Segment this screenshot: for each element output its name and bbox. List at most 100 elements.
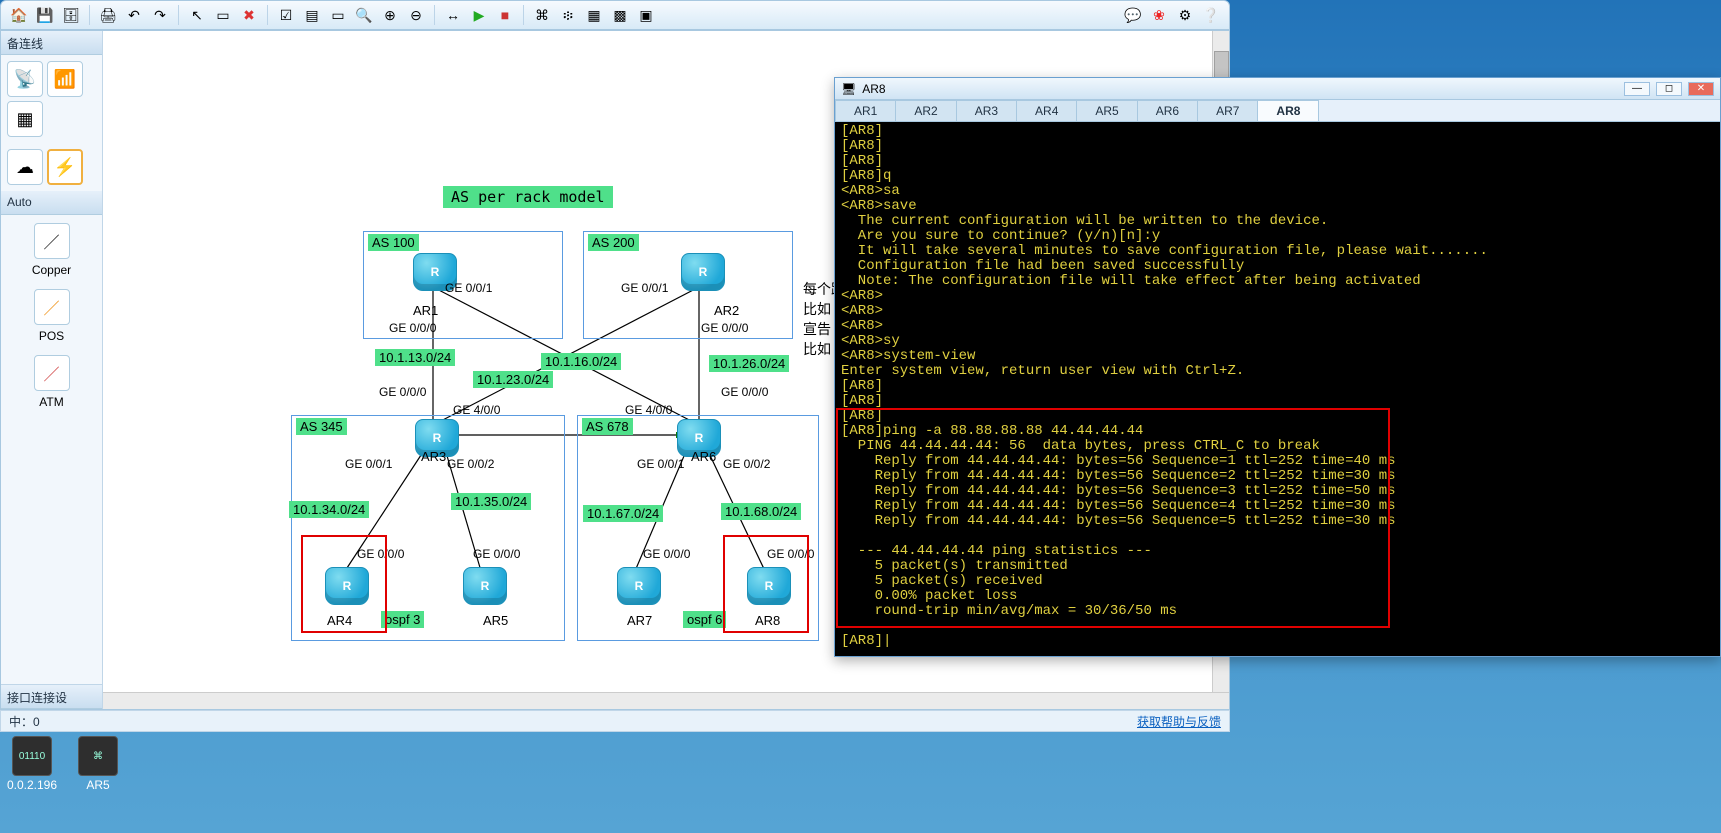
status-help-link[interactable]: 获取帮助与反馈: [1137, 713, 1221, 730]
router-label: AR5: [483, 613, 508, 628]
huawei-icon[interactable]: ❀: [1147, 4, 1171, 26]
element-icon[interactable]: ▭: [211, 4, 235, 26]
terminal-tab-AR1[interactable]: AR1: [835, 100, 896, 121]
router-label: AR1: [413, 303, 438, 318]
router-label: AR2: [714, 303, 739, 318]
canvas-scrollbar-h[interactable]: [103, 692, 1229, 709]
router-AR5[interactable]: R: [463, 567, 507, 605]
status-left: 中：0: [9, 713, 40, 730]
interface-label: GE 0/0/0: [473, 547, 520, 561]
router-label: AR3: [421, 449, 446, 464]
zoom-out-icon[interactable]: ⊖: [404, 4, 428, 26]
topology-icon[interactable]: ፨: [556, 4, 580, 26]
terminal-tab-AR4[interactable]: AR4: [1016, 100, 1077, 121]
as-label: AS 345: [296, 418, 347, 435]
network-label: 10.1.35.0/24: [451, 493, 531, 510]
file-icon: 01110: [12, 736, 52, 776]
sidebar-item-copper[interactable]: ／ Copper: [1, 215, 102, 281]
save-all-icon[interactable]: 🗄: [59, 4, 83, 26]
grid-icon[interactable]: ▩: [608, 4, 632, 26]
sidebar-item-label: Copper: [1, 263, 102, 277]
interface-label: GE 4/0/0: [625, 403, 672, 417]
topology-title: AS per rack model: [443, 186, 613, 208]
network-label: 10.1.68.0/24: [721, 503, 801, 520]
pos-icon: ／: [34, 289, 70, 325]
terminal-tab-AR6[interactable]: AR6: [1137, 100, 1198, 121]
screenshot-icon[interactable]: ▣: [634, 4, 658, 26]
interface-label: GE 0/0/1: [637, 457, 684, 471]
settings-icon[interactable]: ⚙: [1173, 4, 1197, 26]
sidebar-item-pos[interactable]: ／ POS: [1, 281, 102, 347]
ruler-icon[interactable]: ↔: [441, 4, 465, 26]
cli-icon[interactable]: ⌘: [530, 4, 554, 26]
network-label: 10.1.16.0/24: [541, 353, 621, 370]
router-AR2[interactable]: R: [681, 253, 725, 291]
network-label: 10.1.34.0/24: [289, 501, 369, 518]
antenna-icon[interactable]: 📡: [7, 61, 43, 97]
interface-label: GE 0/0/0: [389, 321, 436, 335]
file-icon: ⌘: [78, 736, 118, 776]
layout-icon[interactable]: ▦: [582, 4, 606, 26]
main-toolbar: 🏠 💾 🗄 🖨 ↶ ↷ ↖ ▭ ✖ ☑ ▤ ▭ 🔍 ⊕ ⊖ ↔ ▶ ■ ⌘ ፨ …: [0, 0, 1230, 30]
interface-label: GE 0/0/2: [723, 457, 770, 471]
view-icon[interactable]: 🔍: [352, 4, 376, 26]
text-icon[interactable]: ▭: [326, 4, 350, 26]
message-icon[interactable]: 💬: [1121, 4, 1145, 26]
terminal-window: 🖥 AR8 — ◻ ✕ AR1AR2AR3AR4AR5AR6AR7AR8 [AR…: [834, 77, 1721, 657]
zoom-in-icon[interactable]: ⊕: [378, 4, 402, 26]
router-AR7[interactable]: R: [617, 567, 661, 605]
terminal-tab-AR8[interactable]: AR8: [1257, 100, 1319, 121]
interface-label: GE 0/0/1: [445, 281, 492, 295]
config-icon[interactable]: ☑: [274, 4, 298, 26]
desktop-icon-label: AR5: [70, 778, 126, 792]
print-icon[interactable]: 🖨: [96, 4, 120, 26]
desktop-icon-shortcut1[interactable]: 01110 0.0.2.196: [4, 736, 60, 792]
as-label: AS 678: [582, 418, 633, 435]
sidebar: 备连线 📡 📶 ▦ ☁ ⚡ Auto ／ Copper ／ POS ／ ATM …: [1, 31, 103, 709]
desktop-icon-shortcut2[interactable]: ⌘ AR5: [70, 736, 126, 792]
close-button[interactable]: ✕: [1688, 82, 1714, 96]
link-icon[interactable]: ⚡: [47, 149, 83, 185]
terminal-icon: 🖥: [841, 82, 856, 96]
sidebar-item-label: POS: [1, 329, 102, 343]
interface-label: GE 0/0/1: [345, 457, 392, 471]
terminal-tab-AR5[interactable]: AR5: [1076, 100, 1137, 121]
sidebar-item-atm[interactable]: ／ ATM: [1, 347, 102, 413]
terminal-tab-AR7[interactable]: AR7: [1197, 100, 1258, 121]
terminal-tab-AR3[interactable]: AR3: [956, 100, 1017, 121]
sidebar-item-label: ATM: [1, 395, 102, 409]
undo-icon[interactable]: ↶: [122, 4, 146, 26]
interface-label: GE 0/0/0: [643, 547, 690, 561]
maximize-button[interactable]: ◻: [1656, 82, 1682, 96]
delete-icon[interactable]: ✖: [237, 4, 261, 26]
save-icon[interactable]: 💾: [33, 4, 57, 26]
grid-icon[interactable]: ▦: [7, 101, 43, 137]
stop-icon[interactable]: ■: [493, 4, 517, 26]
help-icon[interactable]: ❔: [1199, 4, 1223, 26]
highlight-box: [301, 535, 387, 633]
interface-label: GE 0/0/0: [379, 385, 426, 399]
copper-icon: ／: [34, 223, 70, 259]
interface-label: GE 0/0/1: [621, 281, 668, 295]
terminal-body[interactable]: [AR8] [AR8] [AR8] [AR8]q <AR8>sa <AR8>sa…: [835, 122, 1720, 656]
network-label: 10.1.26.0/24: [709, 355, 789, 372]
redo-icon[interactable]: ↷: [148, 4, 172, 26]
interface-label: GE 0/0/0: [701, 321, 748, 335]
wifi-icon[interactable]: 📶: [47, 61, 83, 97]
sidebar-header: 备连线: [1, 31, 102, 55]
interface-label: GE 4/0/0: [453, 403, 500, 417]
cloud-icon[interactable]: ☁: [7, 149, 43, 185]
minimize-button[interactable]: —: [1624, 82, 1650, 96]
ospf-label: ospf 3: [381, 611, 424, 628]
terminal-title: AR8: [862, 82, 885, 96]
atm-icon: ／: [34, 355, 70, 391]
terminal-titlebar[interactable]: 🖥 AR8 — ◻ ✕: [835, 78, 1720, 100]
terminal-tab-AR2[interactable]: AR2: [895, 100, 956, 121]
play-icon[interactable]: ▶: [467, 4, 491, 26]
terminal-tabs: AR1AR2AR3AR4AR5AR6AR7AR8: [835, 100, 1720, 122]
as-label: AS 200: [588, 234, 639, 251]
pointer-icon[interactable]: ↖: [185, 4, 209, 26]
note-icon[interactable]: ▤: [300, 4, 324, 26]
home-icon[interactable]: 🏠: [7, 4, 31, 26]
router-label: AR7: [627, 613, 652, 628]
